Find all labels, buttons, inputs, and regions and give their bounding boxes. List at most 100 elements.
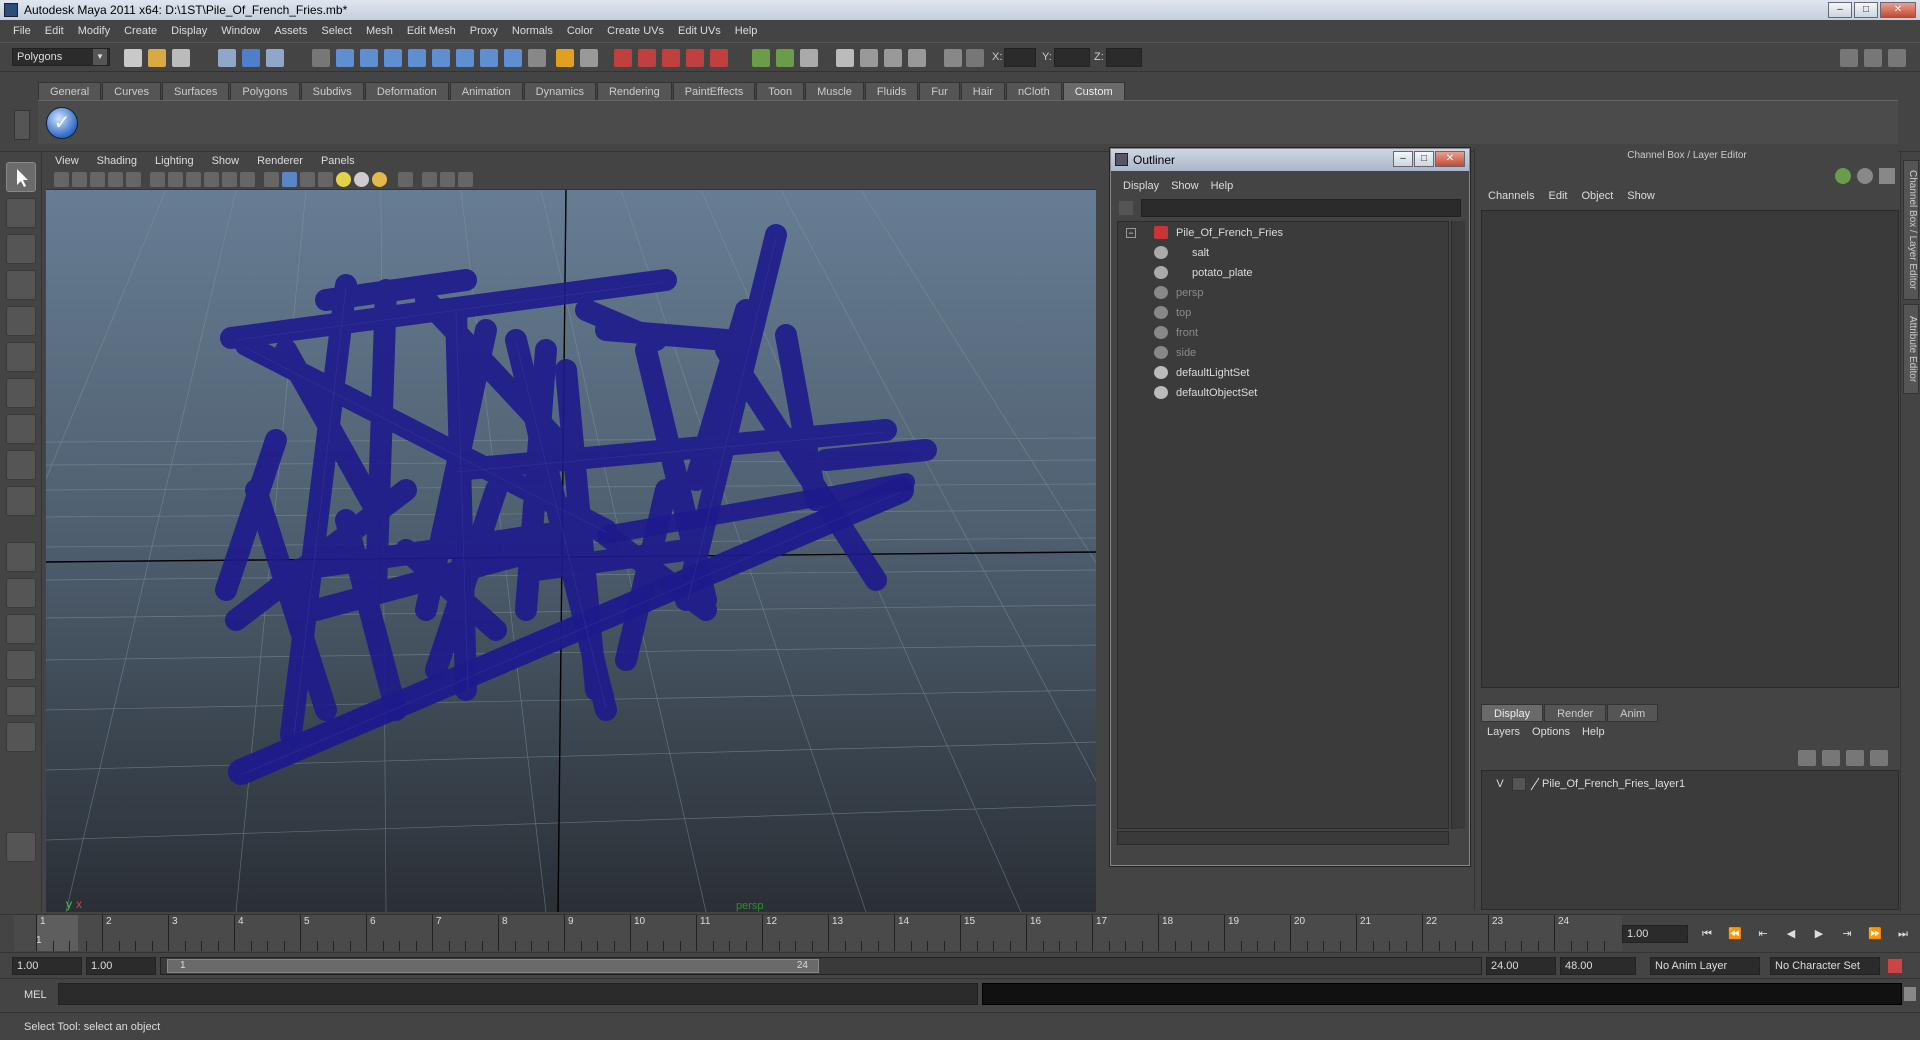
- single-perspective-layout-icon[interactable]: [6, 542, 36, 572]
- outliner-filter-icon[interactable]: [1119, 201, 1133, 215]
- toggle-channel-box-icon[interactable]: [1888, 49, 1906, 67]
- outliner-item-side[interactable]: side: [1154, 344, 1444, 362]
- selection-mode-icon[interactable]: [580, 49, 598, 67]
- lock-selection-icon[interactable]: [528, 49, 546, 67]
- render-frame-icon[interactable]: [860, 49, 878, 67]
- script-editor-icon[interactable]: [6, 832, 36, 862]
- outliner-maximize-button[interactable]: □: [1414, 151, 1434, 167]
- layer-row[interactable]: V Pile_Of_French_Fries_layer1: [1486, 775, 1896, 793]
- viewport-canvas[interactable]: y x persp: [46, 190, 1096, 912]
- save-scene-icon[interactable]: [172, 49, 190, 67]
- side-tab-attribute-editor[interactable]: Attribute Editor: [1903, 304, 1919, 394]
- snap-view-plane-icon[interactable]: [686, 49, 704, 67]
- speed-icon[interactable]: [1857, 168, 1873, 184]
- menu-proxy[interactable]: Proxy: [463, 25, 505, 37]
- playback-end-field[interactable]: 24.00: [1486, 957, 1556, 975]
- ipr-render-icon[interactable]: [884, 49, 902, 67]
- textured-icon[interactable]: [318, 172, 333, 187]
- menu-help[interactable]: Help: [728, 25, 765, 37]
- step-back-frame-button[interactable]: ⇤: [1752, 925, 1774, 943]
- shelf-tab-animation[interactable]: Animation: [449, 82, 523, 100]
- shelf-tab-fur[interactable]: Fur: [919, 82, 960, 100]
- move-layer-up-icon[interactable]: [1798, 750, 1816, 766]
- absolute-transform-icon[interactable]: [966, 49, 984, 67]
- shelf-tab-deformation[interactable]: Deformation: [364, 82, 449, 100]
- current-frame-field[interactable]: 1.00: [1622, 925, 1688, 943]
- viewport-menu-shading[interactable]: Shading: [88, 155, 146, 167]
- persp-graph-layout-icon[interactable]: [6, 650, 36, 680]
- outliner-title-bar[interactable]: Outliner – □ ✕: [1111, 149, 1469, 171]
- shelf-menu-icon[interactable]: [14, 110, 30, 140]
- mel-label[interactable]: MEL: [24, 989, 47, 1001]
- image-plane-icon[interactable]: [108, 172, 123, 187]
- step-back-key-button[interactable]: ⏪: [1724, 925, 1746, 943]
- outliner-item-top[interactable]: top: [1154, 304, 1444, 322]
- universal-manipulator-icon[interactable]: [6, 378, 36, 408]
- outliner-item-front[interactable]: front: [1154, 324, 1444, 342]
- open-scene-icon[interactable]: [148, 49, 166, 67]
- outliner-horizontal-scrollbar[interactable]: [1117, 831, 1449, 845]
- create-layer-from-selection-icon[interactable]: [1870, 750, 1888, 766]
- character-set-selector[interactable]: No Character Set: [1770, 957, 1880, 975]
- outliner-menu-display[interactable]: Display: [1117, 180, 1165, 192]
- rotate-tool-icon[interactable]: [6, 306, 36, 336]
- menu-mesh[interactable]: Mesh: [359, 25, 400, 37]
- mask-menu-icon[interactable]: [312, 49, 330, 67]
- soft-modification-icon[interactable]: [6, 414, 36, 444]
- grid-icon[interactable]: [150, 172, 165, 187]
- outliner-vertical-scrollbar[interactable]: [1451, 221, 1465, 829]
- persp-hypershade-layout-icon[interactable]: [6, 686, 36, 716]
- backface-culling-icon[interactable]: [458, 172, 473, 187]
- menu-modify[interactable]: Modify: [71, 25, 117, 37]
- select-handles-icon[interactable]: [336, 49, 354, 67]
- toggle-attribute-editor-icon[interactable]: [1840, 49, 1858, 67]
- hyper-icon[interactable]: [1879, 168, 1895, 184]
- menu-display[interactable]: Display: [164, 25, 214, 37]
- persp-outliner-layout-icon[interactable]: [6, 614, 36, 644]
- two-d-pan-zoom-icon[interactable]: [126, 172, 141, 187]
- select-object-icon[interactable]: [242, 49, 260, 67]
- camera-select-icon[interactable]: [54, 172, 69, 187]
- shelf-tab-rendering[interactable]: Rendering: [596, 82, 672, 100]
- outliner-item-persp[interactable]: persp: [1154, 284, 1444, 302]
- channel-box-menu-show[interactable]: Show: [1620, 190, 1662, 206]
- shelf-tab-dynamics[interactable]: Dynamics: [523, 82, 596, 100]
- checkmark-icon[interactable]: ✓: [46, 107, 78, 139]
- film-gate-icon[interactable]: [168, 172, 183, 187]
- safe-action-icon[interactable]: [240, 172, 255, 187]
- shelf-tab-fluids[interactable]: Fluids: [864, 82, 919, 100]
- shelf-tab-surfaces[interactable]: Surfaces: [161, 82, 230, 100]
- z-field[interactable]: [1106, 48, 1142, 67]
- four-view-layout-icon[interactable]: [6, 578, 36, 608]
- menu-edit-uvs[interactable]: Edit UVs: [671, 25, 728, 37]
- viewport-menu-panels[interactable]: Panels: [312, 155, 364, 167]
- outliner-menu-show[interactable]: Show: [1165, 180, 1205, 192]
- select-surfaces-icon[interactable]: [408, 49, 426, 67]
- menu-file[interactable]: File: [6, 25, 38, 37]
- viewport-menu-show[interactable]: Show: [203, 155, 249, 167]
- toggle-tool-settings-icon[interactable]: [1864, 49, 1882, 67]
- shelf-scroll-arrows[interactable]: [1896, 82, 1908, 142]
- shelf-tab-general[interactable]: General: [38, 82, 102, 100]
- move-tool-icon[interactable]: [6, 270, 36, 300]
- auto-key-icon[interactable]: [1888, 959, 1902, 973]
- render-settings-icon[interactable]: [908, 49, 926, 67]
- animation-end-field[interactable]: 48.00: [1560, 957, 1636, 975]
- shadows-icon[interactable]: [372, 172, 387, 187]
- scale-tool-icon[interactable]: [6, 342, 36, 372]
- menu-edit[interactable]: Edit: [38, 25, 71, 37]
- wireframe-on-shaded-icon[interactable]: [300, 172, 315, 187]
- create-empty-layer-icon[interactable]: [1846, 750, 1864, 766]
- outliner-item-default-light-set[interactable]: defaultLightSet: [1154, 364, 1444, 382]
- layer-menu-layers[interactable]: Layers: [1481, 726, 1526, 738]
- new-scene-icon[interactable]: [124, 49, 142, 67]
- shelf-tab-curves[interactable]: Curves: [102, 82, 161, 100]
- manipulator-icon[interactable]: [1835, 168, 1851, 184]
- layer-tab-render[interactable]: Render: [1544, 704, 1607, 722]
- select-tool-icon[interactable]: [6, 162, 36, 192]
- range-bar[interactable]: 1 24: [160, 957, 1482, 975]
- select-deformations-icon[interactable]: [432, 49, 450, 67]
- select-hierarchy-icon[interactable]: [218, 49, 236, 67]
- step-forward-key-button[interactable]: ⏩: [1864, 925, 1886, 943]
- construction-history-icon[interactable]: [800, 49, 818, 67]
